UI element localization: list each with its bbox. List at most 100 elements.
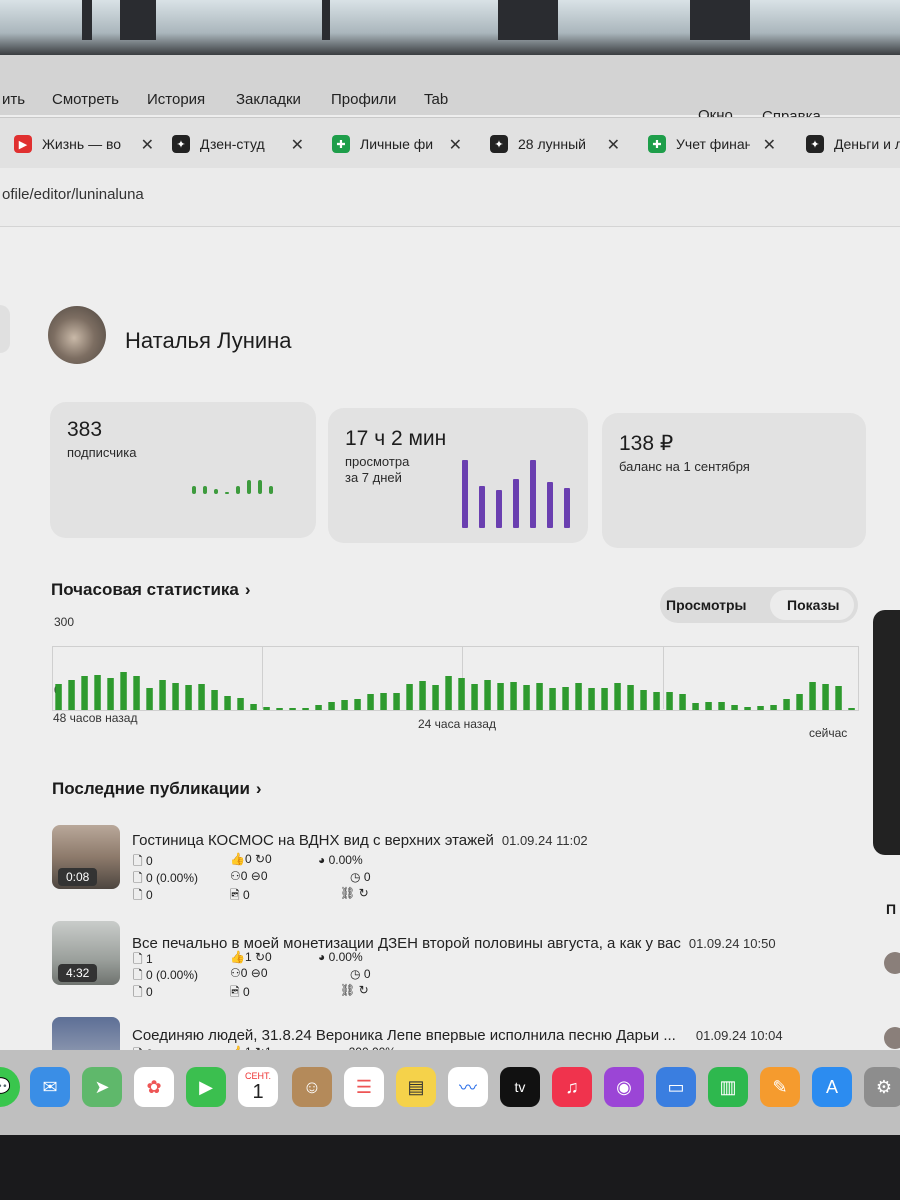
link-icon[interactable]: ⛓ ↻ <box>340 983 369 997</box>
image-icon: 🖻 <box>230 985 240 999</box>
stat-value: 0 (0.00%) <box>146 871 199 885</box>
tab-finance-accounting[interactable]: ✚ Учет финан ✕ <box>648 130 776 158</box>
mini-bar <box>247 480 251 494</box>
views-card[interactable]: 17 ч 2 мин просмотра за 7 дней <box>328 408 588 543</box>
podcasts-icon[interactable]: ◉ <box>604 1067 644 1107</box>
hourly-bar <box>653 692 660 710</box>
toggle-impressions[interactable]: Показы <box>787 597 840 613</box>
hourly-bar <box>601 688 608 710</box>
hourly-bar <box>185 685 192 710</box>
hourly-bar <box>536 683 543 710</box>
avatar[interactable] <box>884 952 900 974</box>
publication-title[interactable]: Соединяю людей, 31.8.24 Вероника Лепе вп… <box>132 1027 783 1044</box>
close-icon[interactable]: ✕ <box>141 135 154 155</box>
subscribers-card[interactable]: 383 подписчика <box>50 402 316 538</box>
appstore-icon[interactable]: A <box>812 1067 852 1107</box>
mini-bar <box>269 486 273 494</box>
stat-likes: 👍0 ↻0 <box>230 852 272 866</box>
stat-value: 0 <box>243 985 250 999</box>
recent-publications-title-text: Последние публикации <box>52 779 250 798</box>
menu-edit[interactable]: ить <box>2 91 25 108</box>
menu-profiles[interactable]: Профили <box>331 91 396 108</box>
music-icon[interactable]: ♫ <box>552 1067 592 1107</box>
window-frame <box>498 0 558 40</box>
stat-value: 0 <box>363 870 371 884</box>
hourly-stats-title[interactable]: Почасовая статистика › <box>51 580 251 600</box>
hourly-bar <box>68 680 75 710</box>
window-frame <box>690 0 750 40</box>
window-frame <box>322 0 330 40</box>
reminders-icon[interactable]: ☰ <box>344 1067 384 1107</box>
stat-clicks: 🗋 0 <box>133 983 153 1004</box>
video-duration: 4:32 <box>58 964 98 982</box>
hourly-bars <box>55 672 855 710</box>
calendar-icon[interactable]: СЕНТ. 1 <box>238 1067 278 1107</box>
side-nav-stub[interactable] <box>0 305 10 353</box>
freeform-icon[interactable]: 〰 <box>448 1067 488 1107</box>
menu-bar: ить Смотреть История Закладки Профили Ta… <box>0 55 900 125</box>
photos-icon[interactable]: ✿ <box>134 1067 174 1107</box>
close-icon[interactable]: ✕ <box>607 135 620 155</box>
close-icon[interactable]: ✕ <box>291 135 304 155</box>
pages-icon[interactable]: ✎ <box>760 1067 800 1107</box>
menu-history[interactable]: История <box>147 91 205 108</box>
hourly-bar <box>159 680 166 710</box>
address-bar[interactable]: ofile/editor/luninaluna <box>0 168 900 227</box>
x-axis-mid: 24 часа назад <box>418 717 496 731</box>
stat-saves: 🖻 0 <box>230 983 250 1004</box>
stat-value: 0 <box>146 985 153 999</box>
menu-bookmarks[interactable]: Закладки <box>236 91 301 108</box>
numbers-icon[interactable]: ▥ <box>708 1067 748 1107</box>
stat-value: 1 <box>146 952 153 966</box>
x-axis-right: сейчас <box>809 726 848 740</box>
tab-label: Дзен-студ <box>200 136 265 152</box>
calendar-month: СЕНТ. <box>244 1070 271 1081</box>
side-panel[interactable] <box>873 610 900 855</box>
document-icon: 🗋 <box>133 871 143 885</box>
hourly-bar <box>276 708 283 710</box>
tab-youtube[interactable]: ▶ Жизнь — во ✕ <box>14 130 154 158</box>
settings-icon[interactable]: ⚙ <box>864 1067 900 1107</box>
publication-title[interactable]: Гостиница КОСМОС на ВДНХ вид с верхних э… <box>132 832 588 849</box>
link-icon[interactable]: ⛓ ↻ <box>340 886 369 900</box>
avatar[interactable] <box>884 1027 900 1049</box>
toggle-views[interactable]: Просмотры <box>666 597 747 613</box>
window-frame <box>120 0 156 40</box>
close-icon[interactable]: ✕ <box>449 135 462 155</box>
hourly-bar <box>341 700 348 710</box>
maps-icon[interactable]: ➤ <box>82 1067 122 1107</box>
comment-icon: ⊖ <box>250 966 261 980</box>
menu-view[interactable]: Смотреть <box>52 91 119 108</box>
stat-value: 0.00% <box>328 853 363 867</box>
stat-likes: 👍1 ↻0 <box>230 950 272 964</box>
side-heading: П <box>886 901 897 917</box>
hourly-bar <box>315 705 322 710</box>
laptop-screen: ить Смотреть История Закладки Профили Ta… <box>0 55 900 1135</box>
tab-money[interactable]: ✦ Деньги и л <box>806 130 900 158</box>
tab-lunar[interactable]: ✦ 28 лунный ✕ <box>490 130 620 158</box>
avatar[interactable] <box>48 306 106 364</box>
y-axis-max: 300 <box>54 615 75 629</box>
tab-personal-finance[interactable]: ✚ Личные фи ✕ <box>332 130 462 158</box>
recent-publications-title[interactable]: Последние публикации › <box>52 779 262 799</box>
metric-toggle: Просмотры Показы <box>660 587 858 623</box>
contacts-icon[interactable]: ☺ <box>292 1067 332 1107</box>
url-text: ofile/editor/luninaluna <box>2 186 144 203</box>
share-icon: ↻ <box>254 852 266 866</box>
keynote-icon[interactable]: ▭ <box>656 1067 696 1107</box>
stat-time: ◷ 0 <box>350 967 371 981</box>
close-icon[interactable]: ✕ <box>763 135 776 155</box>
mini-bar <box>236 486 240 494</box>
hourly-bar <box>731 705 738 710</box>
mail-icon[interactable]: ✉ <box>30 1067 70 1107</box>
stat-value: 0 <box>265 852 272 866</box>
publication-title[interactable]: Все печально в моей монетизации ДЗЕН вто… <box>132 935 776 952</box>
stat-value: 1 <box>244 950 252 964</box>
facetime-icon[interactable]: ▶ <box>186 1067 226 1107</box>
hourly-bar <box>302 708 309 710</box>
balance-card[interactable]: 138 ₽ баланс на 1 сентября <box>602 413 866 548</box>
notes-icon[interactable]: ▤ <box>396 1067 436 1107</box>
menu-tab[interactable]: Tab <box>424 91 448 108</box>
tab-zen-studio[interactable]: ✦ Дзен-студ ✕ <box>172 130 304 158</box>
tv-icon[interactable]: tv <box>500 1067 540 1107</box>
